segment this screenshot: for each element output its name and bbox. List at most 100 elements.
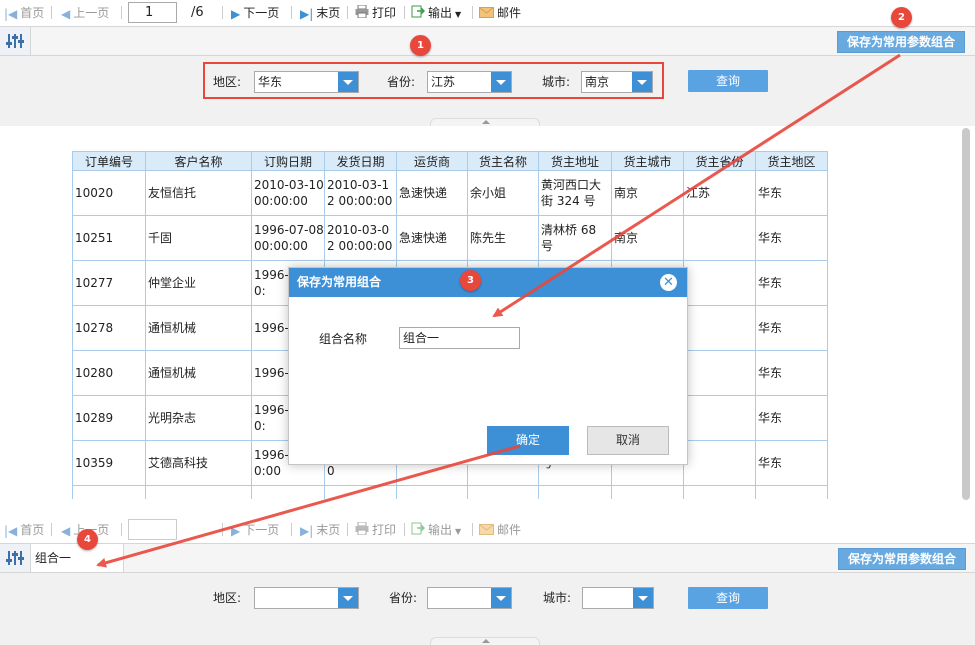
- divider: [51, 523, 52, 536]
- column-header: 客户名称: [145, 151, 252, 171]
- divider: [404, 523, 405, 536]
- export-icon: [411, 521, 426, 540]
- table-cell: 10277: [72, 260, 146, 306]
- table-cell: 华东: [755, 170, 828, 216]
- collapse-toggle[interactable]: [430, 637, 540, 645]
- divider: [347, 523, 348, 536]
- table-cell: 10359: [72, 440, 146, 486]
- first-page-icon: |◀: [4, 6, 18, 21]
- param-settings-button[interactable]: [0, 544, 31, 572]
- save-combo-button[interactable]: 保存为常用参数组合: [837, 31, 965, 53]
- column-header: 订购日期: [251, 151, 325, 171]
- table-cell: [683, 260, 756, 306]
- query-button[interactable]: 查询: [688, 70, 768, 92]
- annotation-badge: 4: [77, 529, 98, 550]
- table-cell: 光明杂志: [145, 395, 252, 441]
- highlight-box: [203, 62, 664, 99]
- page-number-input[interactable]: [128, 519, 177, 540]
- query-button[interactable]: 查询: [688, 587, 768, 609]
- table-cell: [683, 350, 756, 396]
- cancel-button[interactable]: 取消: [587, 426, 669, 455]
- table-cell: [611, 485, 684, 499]
- sliders-icon: [6, 34, 24, 48]
- page-number-input[interactable]: 1: [128, 2, 177, 23]
- table-cell: 华东: [755, 395, 828, 441]
- chevron-down-icon: ▼: [455, 10, 462, 19]
- table-header-row: 订单编号 客户名称 订购日期 发货日期 运货商 货主名称 货主地址 货主城市 货…: [72, 151, 828, 171]
- table-cell: [683, 485, 756, 499]
- table-row: 1996-11-262010-03- 青年东路 53: [72, 485, 828, 499]
- divider: [291, 6, 292, 19]
- column-header: 发货日期: [324, 151, 397, 171]
- last-page-button[interactable]: ▶| 末页: [300, 521, 340, 539]
- combo-tab[interactable]: 组合一: [31, 544, 124, 572]
- report-toolbar-after: |◀首页 ◀上一页 ▶下一页 ▶|末页 打印 输出▼ 邮件: [0, 517, 975, 543]
- annotation-badge: 2: [891, 7, 912, 28]
- table-cell: 急速快递: [396, 170, 468, 216]
- table-cell: 南京: [611, 170, 684, 216]
- table-cell: 2010-03-: [324, 485, 397, 499]
- table-cell: 清林桥 68 号: [538, 215, 612, 261]
- divider: [222, 6, 223, 19]
- combo-tab-strip: 组合一 保存为常用参数组合: [0, 543, 975, 573]
- table-cell: 江苏: [683, 170, 756, 216]
- table-cell: 华东: [755, 260, 828, 306]
- mail-button[interactable]: 邮件: [479, 4, 521, 22]
- close-icon[interactable]: ✕: [660, 274, 677, 291]
- province-label: 省份:: [389, 591, 418, 605]
- export-icon: [411, 4, 426, 23]
- table-cell: [683, 215, 756, 261]
- print-button[interactable]: 打印: [355, 521, 396, 539]
- table-row: 10020 友恒信托 2010-03-10 00:00:00 2010-03-12 0…: [72, 170, 828, 216]
- table-cell: [755, 485, 828, 499]
- region-select[interactable]: [254, 587, 359, 609]
- report-toolbar: |◀ 首页 ◀ 上一页 1 /6 ▶ 下一页 ▶| 末页 打印 输出 ▼ 邮件: [0, 0, 975, 26]
- confirm-button[interactable]: 确定: [487, 426, 569, 455]
- export-menu-button[interactable]: 输出 ▼: [411, 4, 461, 22]
- chevron-down-icon[interactable]: [633, 588, 653, 608]
- page-total: /6: [191, 5, 204, 20]
- vertical-scrollbar[interactable]: [962, 128, 970, 500]
- table-cell: 10280: [72, 350, 146, 396]
- divider: [404, 6, 405, 19]
- chevron-down-icon[interactable]: [491, 588, 511, 608]
- combo-name-input[interactable]: 组合一: [399, 327, 520, 349]
- table-cell: 10289: [72, 395, 146, 441]
- first-page-button[interactable]: |◀ 首页: [4, 521, 44, 539]
- table-cell: 2010-03-10 00:00:00: [251, 170, 325, 216]
- divider: [472, 6, 473, 19]
- next-page-icon: ▶: [231, 523, 241, 538]
- city-select[interactable]: [582, 587, 654, 609]
- dialog-title: 保存为常用组合: [289, 268, 687, 297]
- table-cell: 友恒信托: [145, 170, 252, 216]
- last-page-icon: ▶|: [300, 6, 314, 21]
- table-cell: [145, 485, 252, 499]
- next-page-button[interactable]: ▶ 下一页: [231, 4, 279, 22]
- prev-page-button[interactable]: ◀上一页: [61, 4, 109, 22]
- next-page-button[interactable]: ▶ 下一页: [231, 521, 279, 539]
- param-settings-button[interactable]: [0, 27, 31, 55]
- table-cell: 余小姐: [467, 170, 539, 216]
- print-button[interactable]: 打印: [355, 4, 396, 22]
- divider: [347, 6, 348, 19]
- divider: [291, 523, 292, 536]
- annotation-badge: 3: [460, 270, 481, 291]
- table-cell: [683, 440, 756, 486]
- table-cell: 黄河西口大街 324 号: [538, 170, 612, 216]
- first-page-button[interactable]: |◀ 首页: [4, 4, 44, 22]
- export-menu-button[interactable]: 输出 ▼: [411, 521, 461, 539]
- table-cell: 通恒机械: [145, 350, 252, 396]
- chevron-down-icon[interactable]: [338, 588, 358, 608]
- table-cell: 2010-03-02 00:00:00: [324, 215, 397, 261]
- mail-button[interactable]: 邮件: [479, 521, 521, 539]
- last-page-icon: ▶|: [300, 523, 314, 538]
- table-cell: [683, 305, 756, 351]
- province-select[interactable]: [427, 587, 512, 609]
- collapse-toggle[interactable]: [430, 118, 540, 126]
- table-cell: 陈先生: [467, 215, 539, 261]
- table-cell: [683, 395, 756, 441]
- table-row: 10251 千固 1996-07-08 00:00:00 2010-03-02 00:…: [72, 215, 828, 261]
- save-combo-button[interactable]: 保存为常用参数组合: [838, 548, 966, 570]
- last-page-button[interactable]: ▶| 末页: [300, 4, 340, 22]
- column-header: 货主地址: [538, 151, 612, 171]
